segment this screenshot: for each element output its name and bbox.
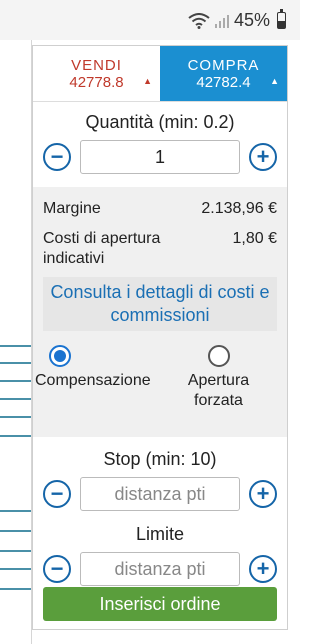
- plus-icon[interactable]: +: [249, 480, 277, 508]
- status-bar: 45%: [0, 0, 300, 40]
- limit-input[interactable]: [80, 552, 240, 586]
- costs-details-link[interactable]: Consulta i dettagli di costi e commissio…: [43, 277, 277, 331]
- quantity-stepper: − +: [33, 139, 287, 175]
- sell-label: VENDI: [71, 57, 122, 74]
- mode-option-forced[interactable]: Apertura forzata: [160, 345, 277, 411]
- sell-button[interactable]: VENDI 42778.8 ▲: [33, 46, 160, 101]
- battery-percent: 45%: [233, 10, 270, 30]
- mode-radio-group: Compensazione Apertura forzata: [35, 345, 277, 411]
- stop-title: Stop (min: 10): [103, 449, 217, 469]
- stop-input[interactable]: [80, 477, 240, 511]
- info-box: Margine 2.138,96 € Costi di apertura ind…: [33, 187, 287, 437]
- trade-buttons: VENDI 42778.8 ▲ COMPRA 42782.4 ▲: [33, 46, 287, 102]
- arrow-up-icon: ▲: [143, 76, 152, 86]
- costs-row: Costi di apertura indicativi 1,80 €: [43, 229, 277, 269]
- mode-option-compensation[interactable]: Compensazione: [35, 345, 160, 411]
- stop-stepper: − +: [33, 476, 287, 512]
- wifi-icon: [188, 12, 210, 29]
- buy-price: 42782.4: [196, 74, 251, 91]
- minus-icon[interactable]: −: [43, 480, 71, 508]
- radio-compensation-label: Compensazione: [35, 372, 151, 389]
- order-panel: VENDI 42778.8 ▲ COMPRA 42782.4 ▲ Quantit…: [32, 45, 288, 630]
- limit-title: Limite: [135, 524, 184, 544]
- plus-icon[interactable]: +: [249, 143, 277, 171]
- quantity-title: Quantità (min: 0.2): [85, 112, 235, 132]
- limit-stepper: − +: [33, 551, 287, 587]
- quantity-input[interactable]: [80, 140, 240, 174]
- margin-label: Margine: [43, 200, 101, 217]
- minus-icon[interactable]: −: [43, 555, 71, 583]
- costs-value: 1,80 €: [232, 230, 277, 247]
- status-icons: 45%: [188, 9, 286, 31]
- radio-forced[interactable]: [207, 345, 230, 367]
- margin-value: 2.138,96 €: [201, 200, 277, 217]
- sell-price: 42778.8: [69, 74, 124, 91]
- radio-compensation[interactable]: [49, 345, 71, 367]
- costs-label: Costi di apertura indicativi: [43, 230, 161, 267]
- margin-row: Margine 2.138,96 €: [43, 199, 277, 219]
- battery-icon: [277, 9, 286, 29]
- signal-icon: [214, 14, 229, 28]
- chart-background: [0, 40, 32, 644]
- arrow-up-icon: ▲: [270, 76, 279, 86]
- radio-forced-label: Apertura forzata: [187, 372, 250, 409]
- place-order-button[interactable]: Inserisci ordine: [43, 587, 277, 621]
- buy-label: COMPRA: [187, 57, 260, 74]
- buy-button[interactable]: COMPRA 42782.4 ▲: [160, 46, 287, 101]
- plus-icon[interactable]: +: [249, 555, 277, 583]
- minus-icon[interactable]: −: [43, 143, 71, 171]
